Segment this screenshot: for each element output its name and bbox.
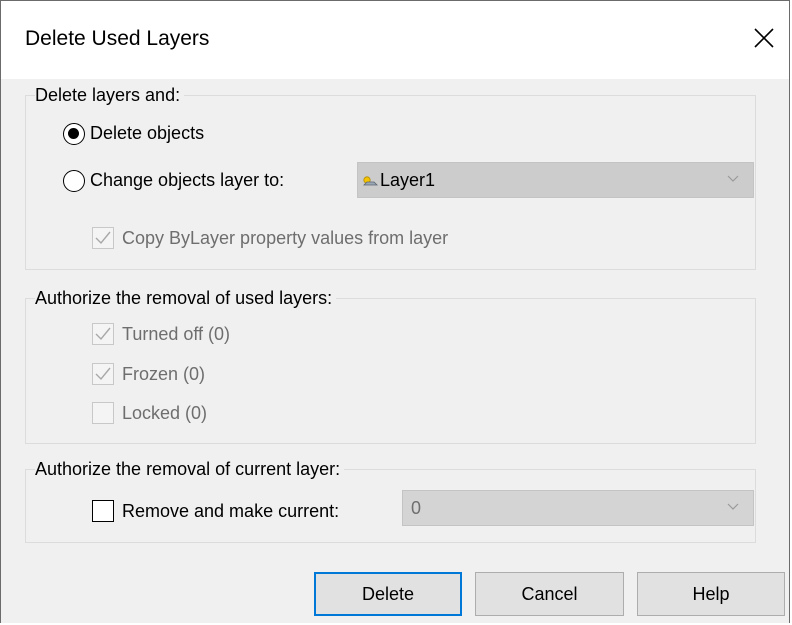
authorize-current-legend: Authorize the removal of current layer: [35, 457, 345, 481]
locked-checkbox[interactable] [92, 402, 114, 424]
frozen-checkbox[interactable] [92, 363, 114, 385]
checkmark-icon [95, 367, 111, 381]
dialog-title: Delete Used Layers [25, 27, 210, 50]
delete-layers-legend: Delete layers and: [35, 83, 185, 107]
cancel-button[interactable]: Cancel [475, 572, 624, 616]
copy-bylayer-label: Copy ByLayer property values from layer [122, 228, 449, 248]
authorize-used-layers-group: Authorize the removal of used layers: Tu… [25, 286, 756, 444]
close-icon [754, 28, 774, 48]
delete-button[interactable]: Delete [314, 572, 462, 616]
help-button[interactable]: Help [637, 572, 785, 616]
delete-objects-radio[interactable] [63, 123, 85, 145]
copy-bylayer-checkbox[interactable] [92, 227, 114, 249]
checkmark-icon [95, 327, 111, 341]
checkmark-icon [95, 231, 111, 245]
delete-objects-label[interactable]: Delete objects [90, 121, 204, 145]
current-layer-select[interactable]: 0 [402, 490, 754, 526]
layer-sun-icon [363, 176, 378, 186]
locked-label: Locked (0) [122, 403, 208, 423]
turned-off-checkbox[interactable] [92, 323, 114, 345]
layer-select[interactable]: Layer1 [357, 162, 754, 198]
layer-select-value: Layer1 [380, 170, 436, 190]
frozen-label: Frozen (0) [122, 364, 206, 384]
change-layer-radio[interactable] [63, 170, 85, 192]
delete-used-layers-dialog: Delete Used Layers Delete layers and: De… [0, 0, 790, 623]
remove-make-current-checkbox[interactable] [92, 500, 114, 522]
title-bar: Delete Used Layers [1, 1, 789, 79]
remove-make-current-label[interactable]: Remove and make current: [122, 499, 339, 523]
current-layer-select-value: 0 [411, 498, 422, 518]
chevron-down-icon [727, 503, 739, 510]
chevron-down-icon [727, 175, 739, 182]
radio-selected-dot [68, 128, 79, 139]
turned-off-label: Turned off (0) [122, 324, 231, 344]
close-button[interactable] [747, 19, 781, 59]
change-layer-label[interactable]: Change objects layer to: [90, 168, 284, 192]
delete-layers-group: Delete layers and: Delete objects Change… [25, 83, 756, 270]
authorize-current-layer-group: Authorize the removal of current layer: … [25, 457, 756, 543]
authorize-used-legend: Authorize the removal of used layers: [35, 286, 337, 310]
